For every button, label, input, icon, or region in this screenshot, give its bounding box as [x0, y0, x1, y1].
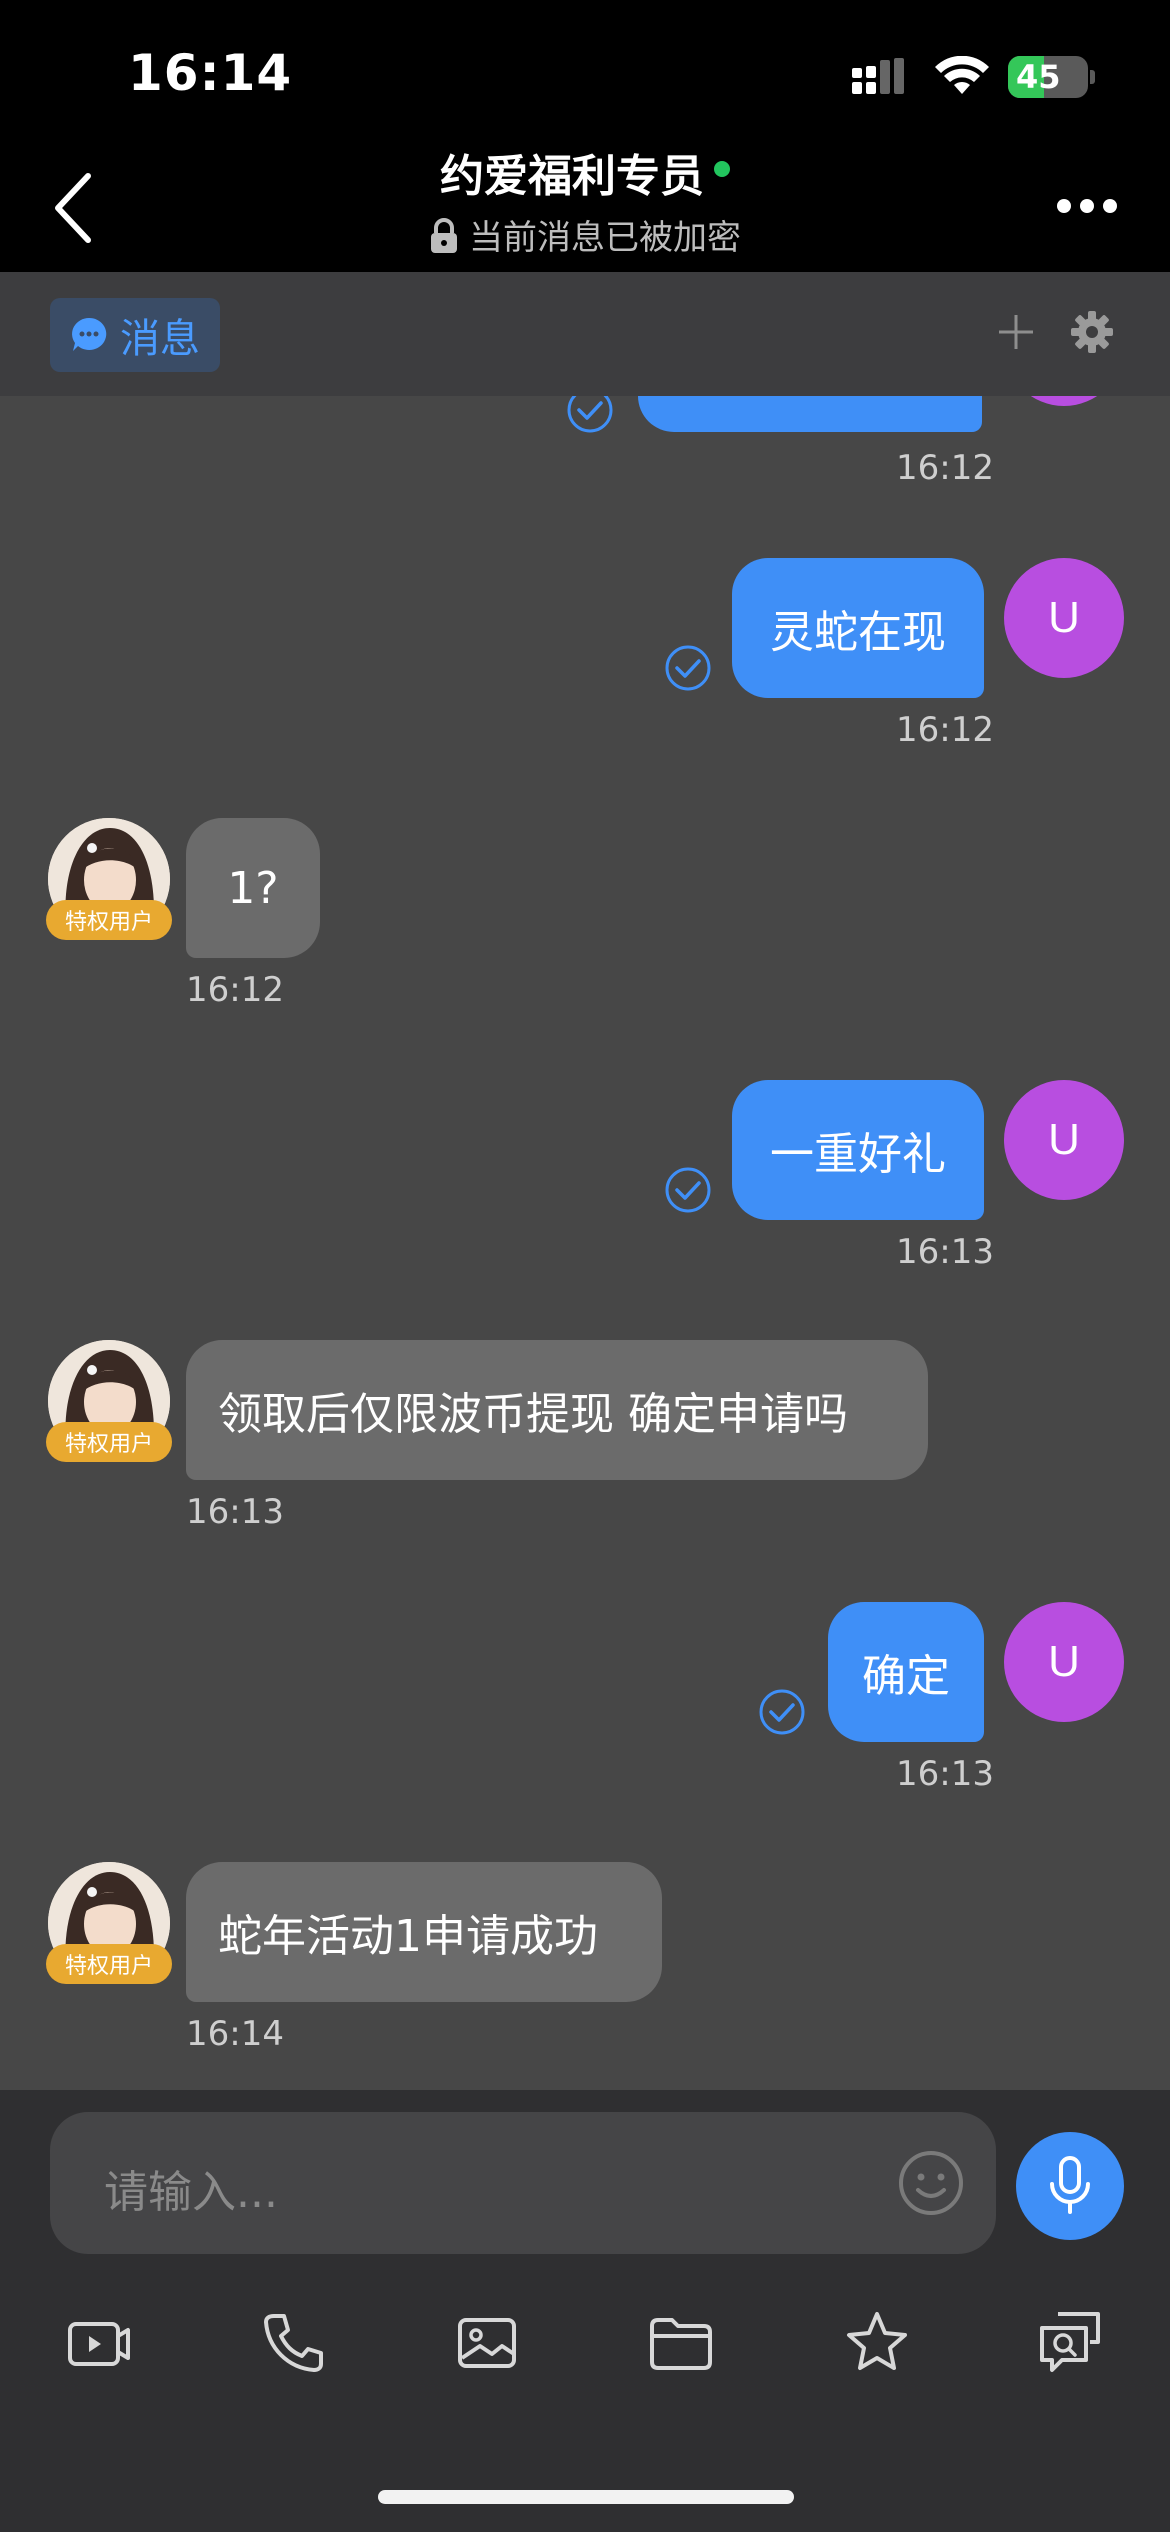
- message-bubble-outgoing[interactable]: 一重好礼: [732, 1080, 984, 1220]
- battery-level: 45: [1016, 58, 1061, 96]
- emoji-icon[interactable]: [896, 2148, 966, 2218]
- star-icon[interactable]: [842, 2308, 912, 2378]
- message-bubble-outgoing[interactable]: 灵蛇在现: [732, 558, 984, 698]
- lock-icon: [431, 217, 457, 253]
- chat-tab-bar: 消息: [0, 272, 1170, 396]
- online-status-icon: [714, 161, 730, 177]
- composer-toolbar: [0, 2308, 1170, 2388]
- folder-icon[interactable]: [646, 2308, 716, 2378]
- message-time: 16:12: [896, 448, 994, 488]
- more-options-icon[interactable]: [1056, 198, 1118, 214]
- cellular-signal-icon: [852, 58, 904, 94]
- message-input[interactable]: 请输入...: [50, 2112, 996, 2254]
- message-time: 16:13: [896, 1754, 994, 1794]
- image-icon[interactable]: [452, 2308, 522, 2378]
- message-list[interactable]: 16:12 灵蛇在现 U 16:12 特权用户 1? 16:12 一重好礼 U …: [0, 396, 1170, 2090]
- user-avatar[interactable]: [1004, 396, 1124, 406]
- settings-gear-icon[interactable]: [1070, 310, 1114, 354]
- read-check-icon: [665, 645, 711, 691]
- user-avatar[interactable]: U: [1004, 1602, 1124, 1722]
- read-check-icon: [567, 396, 613, 433]
- chat-title-row: 约爱福利专员: [0, 140, 1170, 204]
- microphone-icon: [1050, 2156, 1090, 2214]
- encryption-text: 当前消息已被加密: [469, 218, 741, 258]
- user-avatar[interactable]: U: [1004, 1080, 1124, 1200]
- message-bubble-outgoing[interactable]: [638, 396, 982, 432]
- message-input-placeholder: 请输入...: [104, 2167, 278, 2218]
- battery-cap: [1090, 70, 1095, 84]
- battery-icon: 45: [1008, 56, 1088, 98]
- tab-messages-label: 消息: [120, 316, 200, 362]
- message-time: 16:12: [186, 970, 284, 1010]
- message-bubble-outgoing[interactable]: 确定: [828, 1602, 984, 1742]
- message-bubble-incoming[interactable]: 1?: [186, 818, 320, 958]
- privileged-user-badge: 特权用户: [46, 1944, 172, 1984]
- phone-icon[interactable]: [258, 2308, 328, 2378]
- composer: 请输入...: [0, 2090, 1170, 2532]
- voice-input-button[interactable]: [1016, 2132, 1124, 2240]
- message-time: 16:13: [186, 1492, 284, 1532]
- user-avatar[interactable]: U: [1004, 558, 1124, 678]
- read-check-icon: [665, 1167, 711, 1213]
- message-bubble-icon: [72, 317, 107, 351]
- message-time: 16:14: [186, 2014, 284, 2054]
- chat-header: 约爱福利专员 当前消息已被加密: [0, 130, 1170, 272]
- add-icon[interactable]: [996, 312, 1036, 352]
- privileged-user-badge: 特权用户: [46, 1422, 172, 1462]
- search-chat-icon[interactable]: [1036, 2308, 1106, 2378]
- message-time: 16:13: [896, 1232, 994, 1272]
- chat-title: 约爱福利专员: [440, 151, 704, 202]
- home-indicator[interactable]: [378, 2490, 794, 2504]
- tab-messages[interactable]: 消息: [50, 298, 220, 372]
- message-bubble-incoming[interactable]: 领取后仅限波币提现 确定申请吗: [186, 1340, 928, 1480]
- video-call-icon[interactable]: [64, 2308, 134, 2378]
- status-time: 16:14: [128, 44, 293, 102]
- message-bubble-incoming[interactable]: 蛇年活动1申请成功: [186, 1862, 662, 2002]
- message-time: 16:12: [896, 710, 994, 750]
- read-check-icon: [759, 1689, 805, 1735]
- encryption-notice: 当前消息已被加密: [0, 210, 1170, 259]
- status-bar: 16:14 45: [0, 0, 1170, 130]
- wifi-icon: [935, 56, 989, 94]
- privileged-user-badge: 特权用户: [46, 900, 172, 940]
